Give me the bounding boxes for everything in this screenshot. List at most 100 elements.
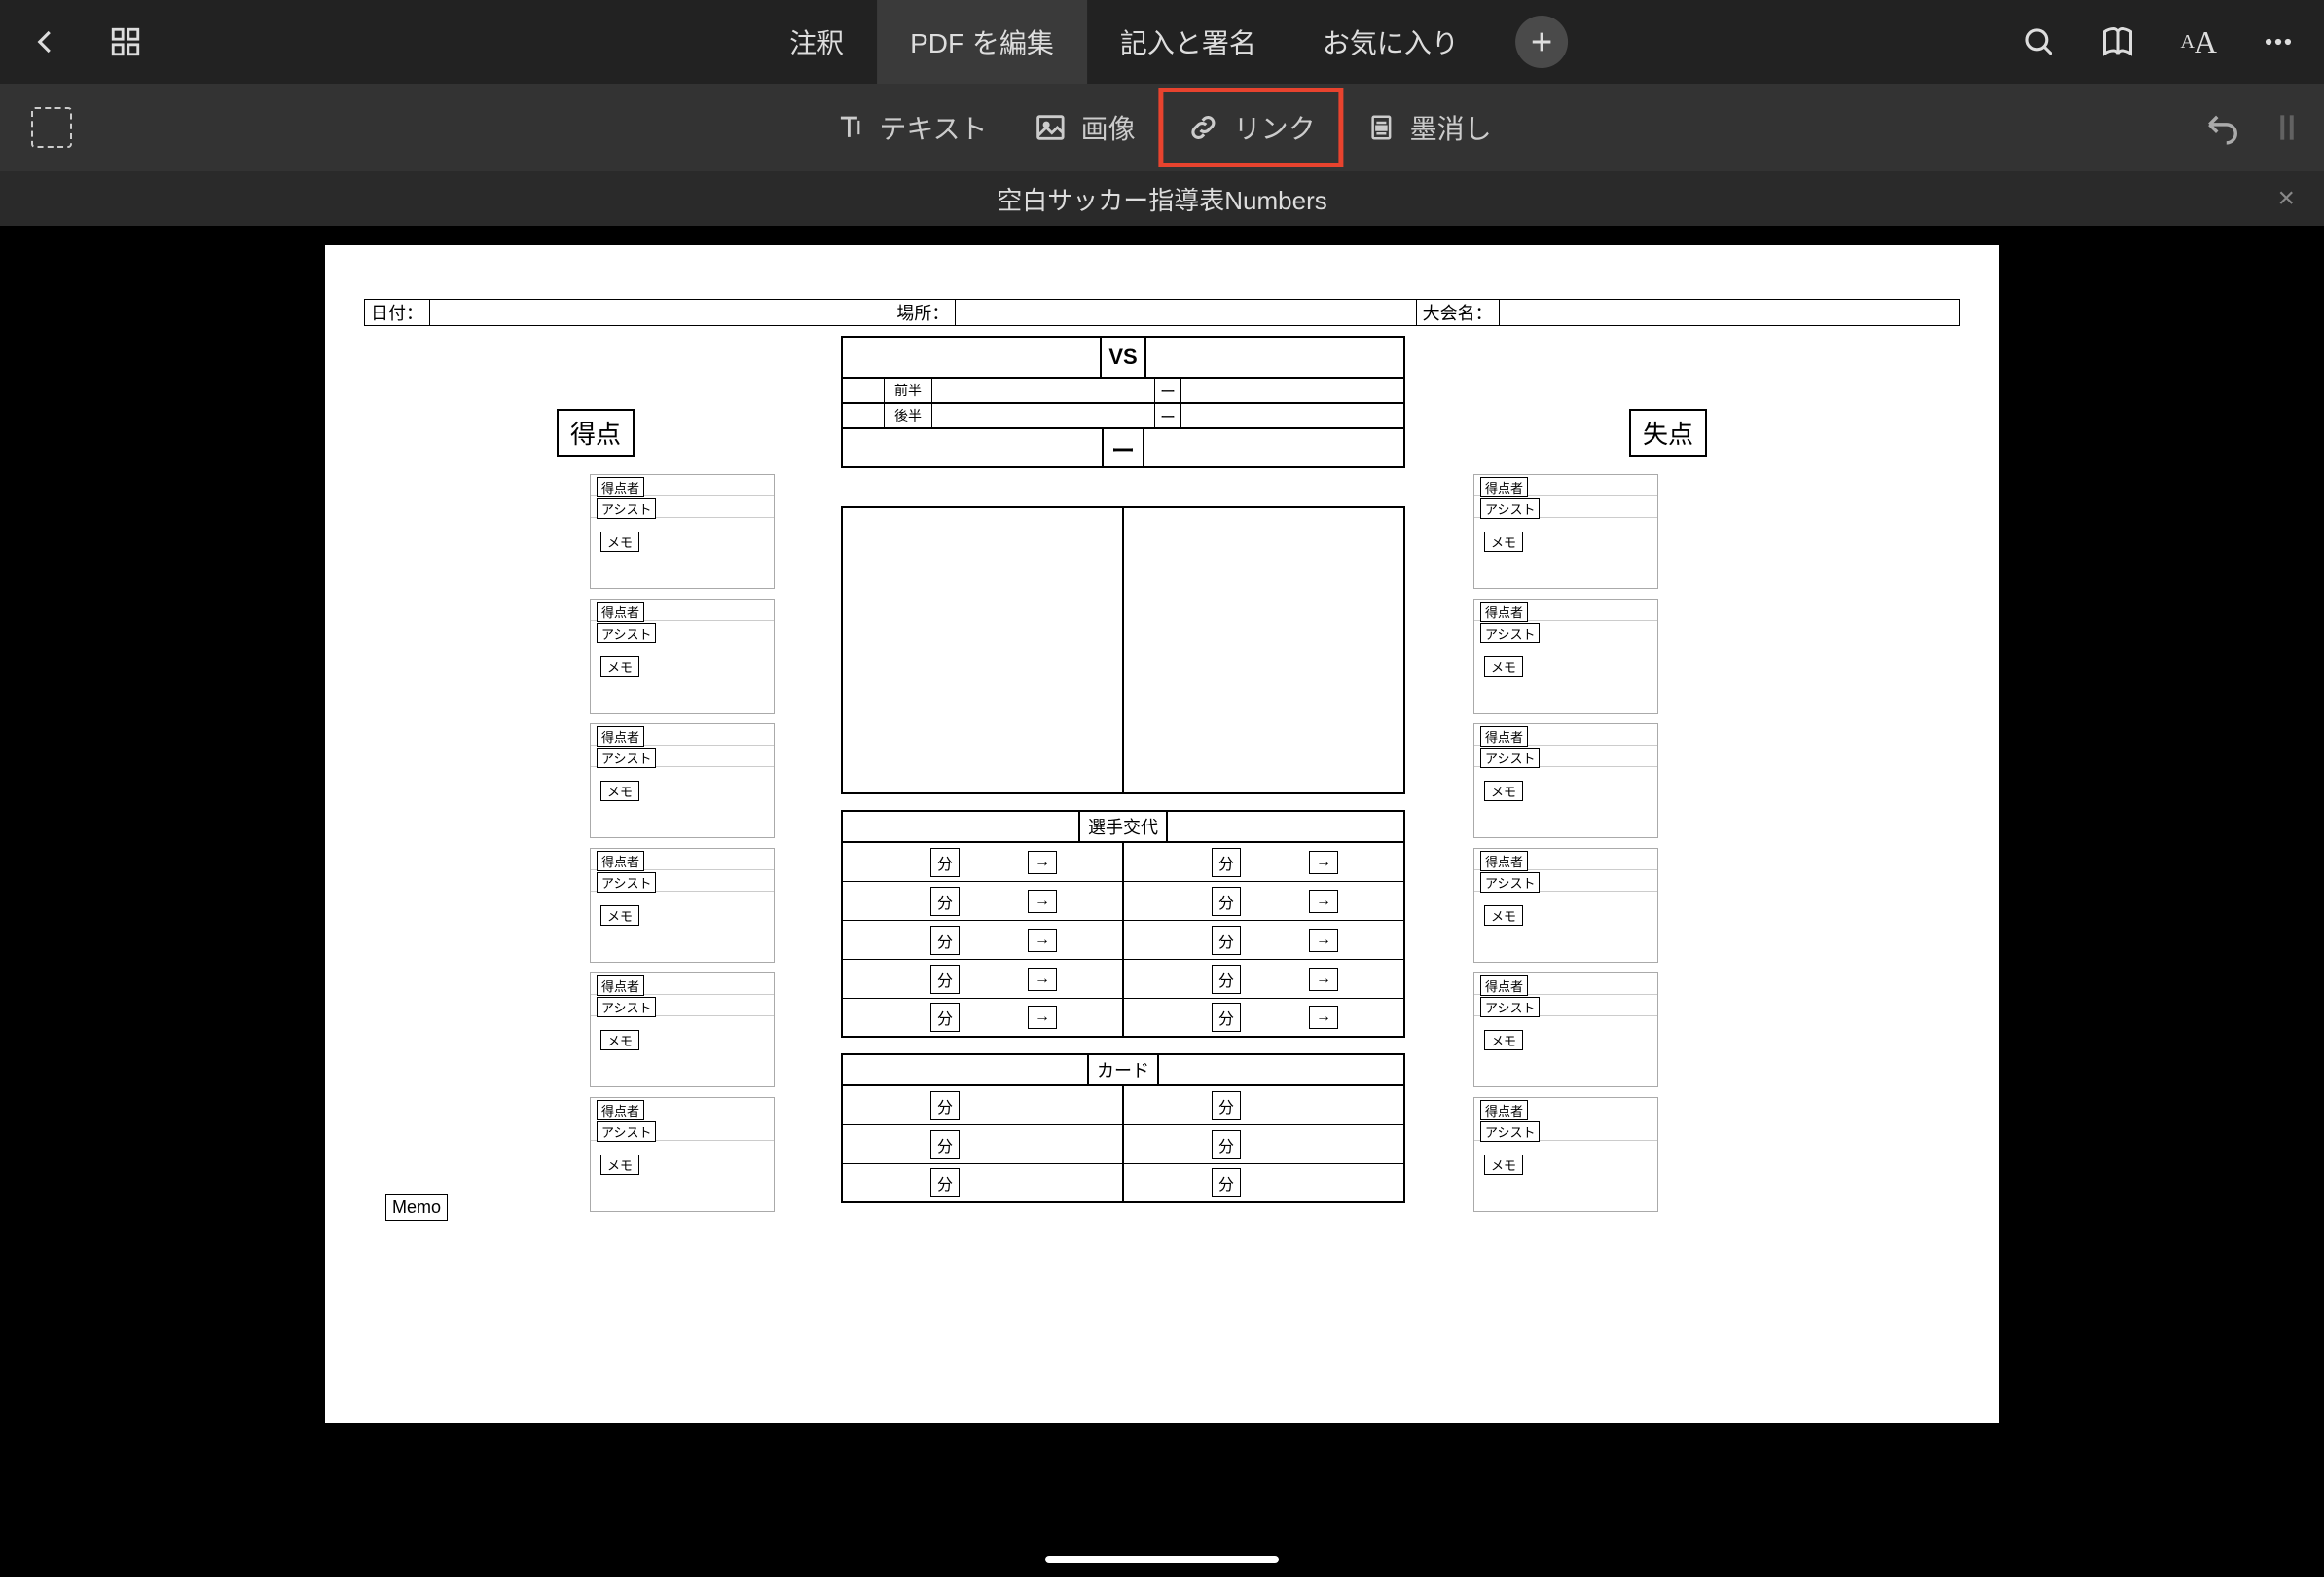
tab-fill-sign[interactable]: 記入と署名 [1087, 0, 1289, 84]
scorer-tag: 得点者 [597, 477, 644, 497]
scorer-tag: 得点者 [1480, 851, 1528, 871]
minute-box: 分 [930, 848, 960, 877]
field-diagram [841, 506, 1405, 794]
tool-text-label: テキスト [879, 108, 987, 147]
minute-box: 分 [1212, 887, 1241, 916]
add-tab-button[interactable] [1515, 16, 1568, 68]
selection-tool-icon[interactable] [31, 107, 72, 148]
subtools: テキスト 画像 リンク 墨消し [809, 88, 1514, 167]
score-card: 得点者 アシスト メモ [590, 474, 775, 589]
scorer-tag: 得点者 [597, 726, 644, 747]
score-card: 得点者 アシスト メモ [1473, 848, 1658, 963]
minute-box: 分 [1212, 1168, 1241, 1197]
search-icon[interactable] [2022, 25, 2055, 58]
assist-tag: アシスト [1480, 997, 1540, 1017]
back-icon[interactable] [31, 27, 60, 56]
tab-favorites[interactable]: お気に入り [1289, 0, 1492, 84]
memo-tag: メモ [600, 532, 639, 552]
scorer-tag: 得点者 [597, 1100, 644, 1120]
header-row: 日付： 場所： 大会名： [364, 299, 1960, 326]
scorer-tag: 得点者 [597, 602, 644, 622]
tab-edit-pdf[interactable]: PDF を編集 [877, 0, 1087, 84]
card-table: 分 分 分 分 分 分 [841, 1086, 1405, 1203]
vs-block: VS 前半 ー 後半 ー ー [841, 336, 1405, 468]
subbar: テキスト 画像 リンク 墨消し [0, 84, 2324, 171]
assist-tag: アシスト [597, 1121, 656, 1142]
substitution-row: 分 → 分 → [843, 921, 1403, 960]
memo-tag: メモ [600, 656, 639, 677]
score-card: 得点者 アシスト メモ [590, 972, 775, 1087]
tool-text[interactable]: テキスト [809, 92, 1010, 163]
team-home [843, 338, 1100, 377]
memo-tag: メモ [600, 781, 639, 801]
topbar-left [0, 25, 142, 58]
substitution-title: 選手交代 [1078, 812, 1168, 841]
memo-tag: メモ [600, 905, 639, 926]
arrow-box: → [1309, 968, 1338, 991]
assist-tag: アシスト [597, 623, 656, 643]
assist-tag: アシスト [597, 872, 656, 893]
score-card: 得点者 アシスト メモ [590, 599, 775, 714]
tool-link-label: リンク [1234, 108, 1316, 147]
tab-annotations[interactable]: 注釈 [756, 0, 877, 84]
score-card: 得点者 アシスト メモ [1473, 474, 1658, 589]
substitution-row: 分 → 分 → [843, 960, 1403, 999]
substitution-row: 分 → 分 → [843, 843, 1403, 882]
substitution-table: 分 → 分 → 分 → 分 → 分 → 分 → 分 → 分 → [841, 843, 1405, 1038]
dash-icon: ー [1154, 379, 1181, 402]
score-card: 得点者 アシスト メモ [590, 848, 775, 963]
topbar: 注釈 PDF を編集 記入と署名 お気に入り AA [0, 0, 2324, 84]
tool-link[interactable]: リンク [1159, 88, 1344, 167]
tool-redact[interactable]: 墨消し [1344, 92, 1515, 163]
scorer-tag: 得点者 [1480, 602, 1528, 622]
arrow-box: → [1028, 968, 1057, 991]
pdf-page[interactable]: 日付： 場所： 大会名： VS 前半 ー 後半 ー [325, 245, 1999, 1423]
dash-icon: ー [1102, 429, 1144, 466]
memo-tag: メモ [1484, 1030, 1523, 1050]
score-cards-right: 得点者 アシスト メモ 得点者 アシスト メモ 得点者 アシスト メモ 得点者 … [1473, 474, 1658, 1222]
score-label-goals: 得点 [557, 409, 635, 457]
minute-box: 分 [930, 926, 960, 955]
card-head: カード [841, 1053, 1405, 1086]
memo-tag: メモ [1484, 905, 1523, 926]
minute-box: 分 [1212, 926, 1241, 955]
substitution-head: 選手交代 [841, 810, 1405, 843]
arrow-box: → [1309, 929, 1338, 952]
field-date-value [430, 299, 890, 326]
assist-tag: アシスト [1480, 498, 1540, 519]
tabs: 注釈 PDF を編集 記入と署名 お気に入り [756, 0, 1568, 84]
viewport: 日付： 場所： 大会名： VS 前半 ー 後半 ー [0, 226, 2324, 1577]
assist-tag: アシスト [597, 748, 656, 768]
minute-box: 分 [930, 965, 960, 994]
minute-box: 分 [930, 887, 960, 916]
scorer-tag: 得点者 [1480, 477, 1528, 497]
minute-box: 分 [1212, 1003, 1241, 1032]
textsize-icon[interactable]: AA [2180, 24, 2217, 60]
card-row: 分 分 [843, 1125, 1403, 1164]
assist-tag: アシスト [597, 997, 656, 1017]
document-title: 空白サッカー指導表Numbers [997, 181, 1326, 217]
minute-box: 分 [930, 1130, 960, 1159]
assist-tag: アシスト [1480, 623, 1540, 643]
arrow-box: → [1309, 851, 1338, 874]
close-icon[interactable]: × [2277, 182, 2295, 215]
tool-image[interactable]: 画像 [1011, 92, 1159, 163]
more-icon[interactable] [2262, 25, 2295, 58]
field-tournament-value [1500, 299, 1960, 326]
tool-image-label: 画像 [1081, 108, 1136, 147]
reader-icon[interactable] [2100, 24, 2135, 59]
undo-icon[interactable] [2203, 109, 2240, 146]
minute-box: 分 [930, 1091, 960, 1120]
scorer-tag: 得点者 [597, 851, 644, 871]
memo-tag: メモ [1484, 781, 1523, 801]
score-label-conceded: 失点 [1629, 409, 1707, 457]
scorer-tag: 得点者 [1480, 975, 1528, 996]
assist-tag: アシスト [1480, 872, 1540, 893]
thumbnails-icon[interactable] [109, 25, 142, 58]
home-indicator[interactable] [1045, 1556, 1279, 1563]
field-place-label: 場所： [890, 299, 956, 326]
field-tournament-label: 大会名： [1416, 299, 1500, 326]
scorer-tag: 得点者 [1480, 1100, 1528, 1120]
redo-icon[interactable] [2279, 109, 2295, 146]
memo-tag: メモ [1484, 1155, 1523, 1175]
